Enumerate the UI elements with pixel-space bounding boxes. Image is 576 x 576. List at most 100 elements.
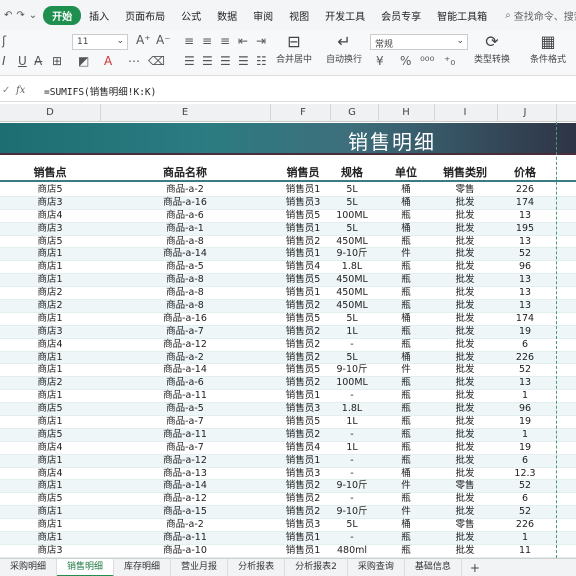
align-bottom-icon[interactable]: ≡: [220, 34, 230, 48]
header-store[interactable]: 销售点: [34, 164, 67, 180]
redo-icon[interactable]: ↷: [16, 10, 24, 21]
column-header-g[interactable]: G: [348, 107, 356, 118]
decrease-font-icon[interactable]: A⁻: [156, 33, 171, 47]
indent-increase-icon[interactable]: ⇥: [256, 34, 266, 48]
cell-price[interactable]: 13: [519, 287, 531, 300]
cell-store[interactable]: 商店5: [37, 184, 62, 197]
cell-price[interactable]: 52: [519, 480, 531, 493]
cell-price[interactable]: 13: [519, 210, 531, 223]
cell-sales-type[interactable]: 批发: [455, 236, 474, 249]
cell-store[interactable]: 商店2: [37, 287, 62, 300]
cell-store[interactable]: 商店1: [37, 455, 62, 468]
cell-product-name[interactable]: 商品-a-7: [166, 442, 204, 455]
cell-salesperson[interactable]: 销售员1: [286, 532, 321, 545]
cell-store[interactable]: 商店3: [37, 197, 62, 210]
cell-salesperson[interactable]: 销售员3: [286, 468, 321, 481]
justify-icon[interactable]: ☰: [238, 54, 249, 68]
cell-unit[interactable]: 瓶: [401, 493, 411, 506]
decimal-increase-icon[interactable]: ⁺₀: [444, 54, 455, 68]
cell-price[interactable]: 13: [519, 300, 531, 313]
cell-price[interactable]: 52: [519, 364, 531, 377]
cell-salesperson[interactable]: 销售员2: [286, 326, 321, 339]
cell-sales-type[interactable]: 批发: [455, 493, 474, 506]
cell-product-name[interactable]: 商品-a-8: [166, 236, 204, 249]
cell-sales-type[interactable]: 批发: [455, 364, 474, 377]
tab-review[interactable]: 审阅: [245, 8, 281, 23]
cell-product-name[interactable]: 商品-a-5: [166, 403, 204, 416]
cell-spec[interactable]: 1.8L: [342, 403, 362, 416]
cell-price[interactable]: 13: [519, 236, 531, 249]
tab-formulas[interactable]: 公式: [173, 8, 209, 23]
cell-sales-type[interactable]: 批发: [455, 403, 474, 416]
tab-member[interactable]: 会员专享: [373, 8, 429, 23]
undo-icon[interactable]: ↶: [4, 10, 12, 21]
clear-format-icon[interactable]: ⌫: [148, 54, 165, 68]
cell-sales-type[interactable]: 批发: [455, 274, 474, 287]
cell-product-name[interactable]: 商品-a-16: [163, 197, 207, 210]
cell-sales-type[interactable]: 批发: [455, 377, 474, 390]
cell-store[interactable]: 商店1: [37, 274, 62, 287]
cell-salesperson[interactable]: 销售员3: [286, 519, 321, 532]
cell-salesperson[interactable]: 销售员2: [286, 339, 321, 352]
header-product-name[interactable]: 商品名称: [163, 164, 207, 180]
cell-store[interactable]: 商店4: [37, 210, 62, 223]
command-search[interactable]: ⌕ 查找命令、搜索模: [505, 8, 576, 23]
cell-product-name[interactable]: 商品-a-8: [166, 274, 204, 287]
cell-spec[interactable]: 450ML: [336, 300, 368, 313]
cell-unit[interactable]: 瓶: [401, 300, 411, 313]
cell-spec[interactable]: 5L: [346, 223, 357, 236]
cell-spec[interactable]: 1L: [346, 326, 357, 339]
cell-salesperson[interactable]: 销售员1: [286, 184, 321, 197]
border-icon[interactable]: ⊞: [52, 54, 62, 68]
cell-spec[interactable]: 450ML: [336, 274, 368, 287]
cell-sales-type[interactable]: 批发: [455, 532, 474, 545]
cell-salesperson[interactable]: 销售员5: [286, 364, 321, 377]
sheet-tab[interactable]: 库存明细: [114, 559, 172, 576]
cell-salesperson[interactable]: 销售员2: [286, 493, 321, 506]
cell-product-name[interactable]: 商品-a-7: [166, 326, 204, 339]
cell-salesperson[interactable]: 销售员2: [286, 377, 321, 390]
cell-store[interactable]: 商店4: [37, 468, 62, 481]
thousands-icon[interactable]: ⁰⁰⁰: [420, 54, 434, 68]
tab-view[interactable]: 视图: [281, 8, 317, 23]
conditional-format-button[interactable]: ▦ 条件格式: [530, 32, 566, 65]
cell-price[interactable]: 52: [519, 506, 531, 519]
cell-unit[interactable]: 桶: [401, 313, 411, 326]
cell-unit[interactable]: 桶: [401, 184, 411, 197]
cell-salesperson[interactable]: 销售员1: [286, 390, 321, 403]
cell-salesperson[interactable]: 销售员1: [286, 545, 321, 558]
cell-salesperson[interactable]: 销售员2: [286, 300, 321, 313]
cell-sales-type[interactable]: 批发: [455, 352, 474, 365]
cell-price[interactable]: 226: [516, 352, 534, 365]
cell-salesperson[interactable]: 销售员1: [286, 248, 321, 261]
column-header-e[interactable]: E: [182, 107, 188, 118]
cell-price[interactable]: 52: [519, 248, 531, 261]
cell-sales-type[interactable]: 批发: [455, 442, 474, 455]
cell-product-name[interactable]: 商品-a-2: [166, 352, 204, 365]
cell-sales-type[interactable]: 批发: [455, 455, 474, 468]
cell-product-name[interactable]: 商品-a-15: [163, 506, 207, 519]
cell-sales-type[interactable]: 批发: [455, 545, 474, 558]
cell-unit[interactable]: 桶: [401, 223, 411, 236]
cell-sales-type[interactable]: 零售: [455, 184, 474, 197]
cell-salesperson[interactable]: 销售员5: [286, 210, 321, 223]
header-sales-type[interactable]: 销售类别: [443, 164, 487, 180]
cell-store[interactable]: 商店3: [37, 545, 62, 558]
cell-spec[interactable]: 9-10斤: [336, 506, 367, 519]
cell-spec[interactable]: -: [350, 339, 353, 352]
sheet-tab[interactable]: 营业月报: [171, 559, 229, 576]
cell-spec[interactable]: 1L: [346, 442, 357, 455]
tab-home[interactable]: 开始: [43, 5, 82, 25]
cell-product-name[interactable]: 商品-a-11: [163, 532, 207, 545]
tab-smart-toolbox[interactable]: 智能工具箱: [429, 8, 495, 23]
cell-spec[interactable]: 9-10斤: [336, 364, 367, 377]
type-convert-button[interactable]: ⟳ 类型转换: [474, 32, 510, 65]
cell-spec[interactable]: 1.8L: [342, 261, 362, 274]
cell-sales-type[interactable]: 批发: [455, 390, 474, 403]
cell-price[interactable]: 6: [522, 339, 528, 352]
tab-data[interactable]: 数据: [209, 8, 245, 23]
more-options-icon[interactable]: ⋯: [128, 54, 140, 68]
cell-price[interactable]: 96: [519, 261, 531, 274]
cell-salesperson[interactable]: 销售员4: [286, 261, 321, 274]
cell-product-name[interactable]: 商品-a-2: [166, 519, 204, 532]
